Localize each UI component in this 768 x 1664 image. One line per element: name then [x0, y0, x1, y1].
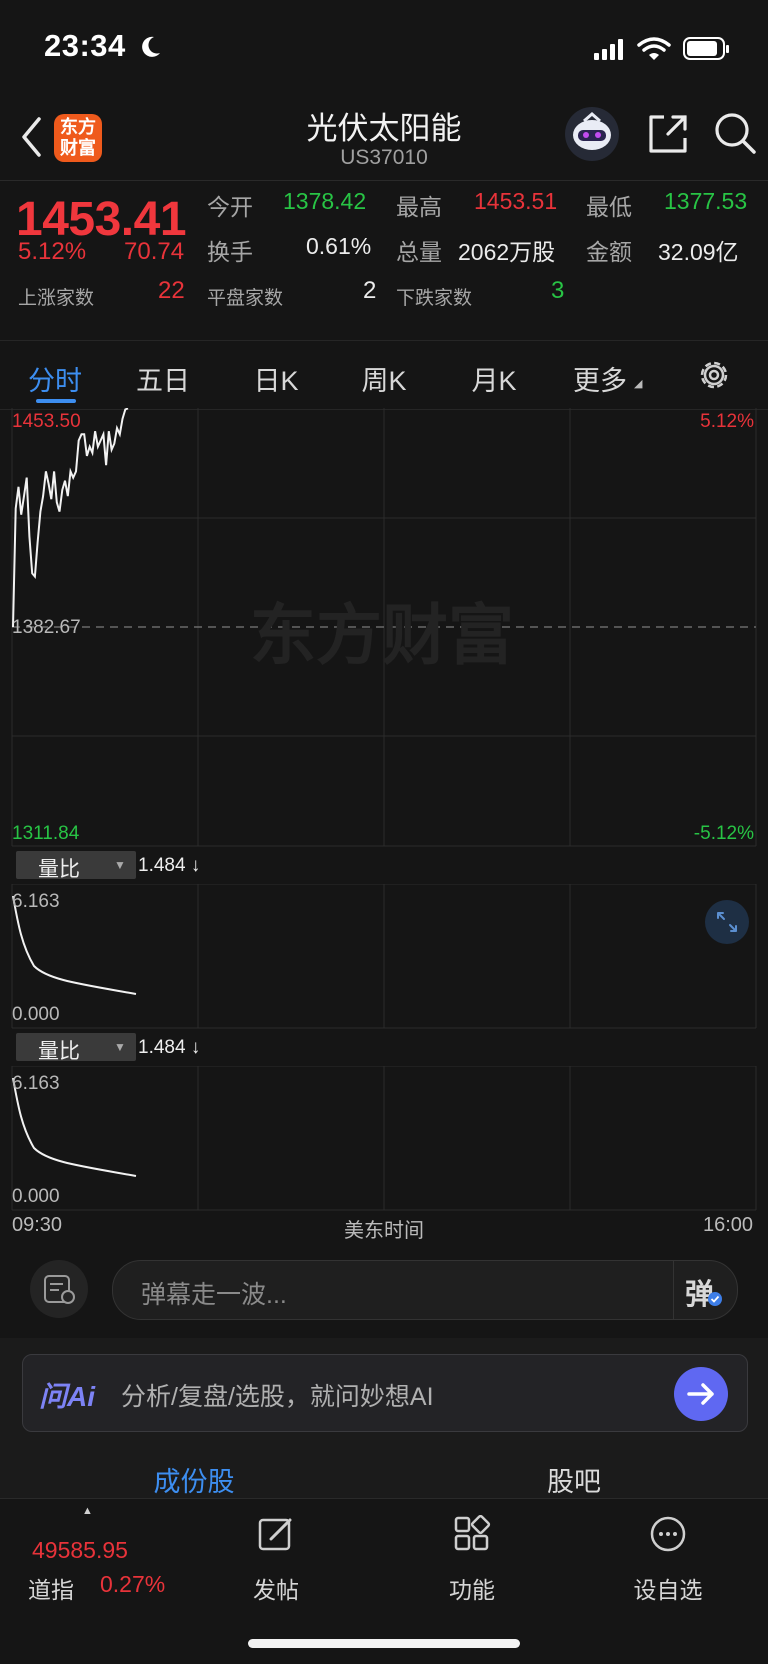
volume-label: 总量: [396, 239, 442, 265]
home-indicator: [248, 1639, 520, 1648]
watermark: 东方财富: [250, 598, 514, 672]
ai-section: 问Ai 分析/复盘/选股，就问妙想AI: [0, 1338, 768, 1446]
check-badge-icon: [708, 1292, 722, 1306]
indicator-2-selector[interactable]: 量比 ▼: [16, 1033, 136, 1063]
tab-monthly-k[interactable]: 月K: [464, 359, 524, 398]
price-bottom-label: 1311.84: [12, 823, 80, 844]
indicator-2-min: 0.000: [12, 1186, 60, 1207]
dropdown-caret-icon: ▼: [114, 1040, 126, 1054]
more-circle-icon: [650, 1516, 686, 1552]
turnover-value: 0.61%: [306, 233, 372, 259]
volume-value: 2062万股: [458, 239, 556, 265]
high-value: 1453.51: [474, 188, 558, 214]
change-percent: 5.12%: [18, 238, 87, 265]
price-chart[interactable]: 东方财富 1453.50 1382.67 1311.84 5.12% -5.12…: [0, 408, 768, 848]
chart-tabs: 分时 五日 日K 周K 月K 更多 ◢: [0, 340, 768, 410]
tab-intraday[interactable]: 分时: [25, 359, 85, 398]
status-bar: 23:34: [0, 0, 768, 96]
nav-add-watchlist-label: 设自选: [633, 1577, 703, 1603]
moon-icon: [142, 36, 160, 57]
indicator-2-selector-label: 量比: [38, 1040, 80, 1063]
amount-value: 32.09亿: [658, 239, 739, 265]
nav-add-watchlist[interactable]: 设自选: [618, 1515, 718, 1605]
index-change: 0.27%: [100, 1571, 166, 1597]
quote-panel: 1453.41 5.12% 70.74 上涨家数 22 今开 1378.42 最…: [0, 180, 768, 340]
danmu-input[interactable]: 弹幕走一波... 弹: [112, 1260, 738, 1320]
nav-functions[interactable]: 功能: [422, 1515, 522, 1605]
indicator-2-max: 6.163: [12, 1073, 60, 1094]
more-caret-icon: ◢: [634, 378, 643, 390]
header: 东方 财富 光伏太阳能 US37010: [0, 96, 768, 181]
time-axis: 09:30 美东时间 16:00: [0, 1212, 768, 1242]
flat-label: 平盘家数: [207, 288, 284, 309]
rise-count: 22: [158, 277, 185, 304]
indicator-2-value: 1.484 ↓: [138, 1037, 201, 1058]
open-value: 1378.42: [283, 188, 367, 214]
pct-top-label: 5.12%: [700, 411, 754, 432]
tab-underline: [36, 399, 76, 403]
nav-post-label: 发帖: [253, 1577, 299, 1603]
tab-daily-k[interactable]: 日K: [246, 359, 306, 398]
low-label: 最低: [586, 194, 632, 220]
change-amount: 70.74: [124, 238, 185, 265]
edit-icon: [258, 1518, 292, 1551]
nav-post[interactable]: 发帖: [226, 1515, 326, 1605]
ai-logo: 问Ai: [39, 1381, 96, 1412]
bottom-nav: ▲ 49585.95 道指 0.27% 发帖 功能 设自选: [0, 1498, 768, 1664]
price-top-label: 1453.50: [12, 411, 81, 432]
indicator-2-chart[interactable]: 6.163 0.000: [0, 1066, 768, 1212]
signal-icon: [594, 39, 623, 60]
turnover-label: 换手: [207, 239, 253, 265]
arrow-right-icon[interactable]: [673, 1366, 729, 1422]
tab-weekly-k[interactable]: 周K: [354, 359, 414, 398]
ai-placeholder: 分析/复盘/选股，就问妙想AI: [121, 1383, 434, 1411]
indicator-1-selector[interactable]: 量比 ▼: [16, 851, 136, 881]
up-arrow-icon: ▲: [82, 1505, 93, 1517]
pct-bottom-label: -5.12%: [694, 823, 754, 844]
wifi-icon: [637, 37, 671, 60]
open-label: 今开: [207, 194, 253, 220]
expand-icon[interactable]: [705, 900, 749, 944]
tab-five-day[interactable]: 五日: [133, 359, 193, 398]
tab-stock-forum[interactable]: 股吧: [380, 1460, 768, 1499]
fall-count: 3: [551, 277, 565, 304]
share-icon[interactable]: [646, 112, 690, 156]
sub-tabs: 成份股 股吧: [0, 1446, 768, 1498]
indicator-1-value: 1.484 ↓: [138, 855, 201, 876]
low-value: 1377.53: [664, 188, 748, 214]
indicator-1-max: 6.163: [12, 891, 60, 912]
index-ticker[interactable]: ▲ 49585.95 道指 0.27%: [0, 1499, 180, 1609]
danmu-list-icon: [44, 1275, 75, 1304]
settings-gear-icon[interactable]: [696, 357, 732, 393]
high-label: 最高: [396, 194, 442, 220]
price-mid-label: 1382.67: [12, 617, 81, 638]
status-time: 23:34: [44, 28, 126, 63]
dropdown-caret-icon: ▼: [114, 858, 126, 872]
flat-count: 2: [363, 277, 377, 304]
tab-more[interactable]: 更多: [568, 359, 632, 398]
amount-label: 金额: [586, 239, 632, 265]
grid-icon: [454, 1515, 491, 1551]
indicator-1-chart[interactable]: 6.163 0.000: [0, 884, 768, 1030]
tab-constituents[interactable]: 成份股: [0, 1460, 388, 1499]
index-value: 49585.95: [32, 1537, 128, 1563]
danmu-placeholder: 弹幕走一波...: [141, 1281, 287, 1309]
danmu-toggle-button[interactable]: [30, 1260, 88, 1318]
rise-label: 上涨家数: [18, 288, 95, 309]
battery-icon: [683, 37, 729, 60]
ai-search-bar[interactable]: 问Ai 分析/复盘/选股，就问妙想AI: [22, 1354, 748, 1432]
time-end: 16:00: [703, 1214, 754, 1236]
search-icon[interactable]: [712, 110, 758, 156]
nav-functions-label: 功能: [449, 1577, 495, 1603]
robot-avatar-icon[interactable]: [562, 104, 622, 164]
indicator-1-min: 0.000: [12, 1004, 60, 1025]
index-name: 道指: [28, 1577, 74, 1603]
indicator-1-selector-label: 量比: [38, 858, 80, 881]
divider: [673, 1261, 674, 1319]
comment-bar: 弹幕走一波... 弹: [0, 1238, 768, 1338]
fall-label: 下跌家数: [396, 288, 473, 309]
